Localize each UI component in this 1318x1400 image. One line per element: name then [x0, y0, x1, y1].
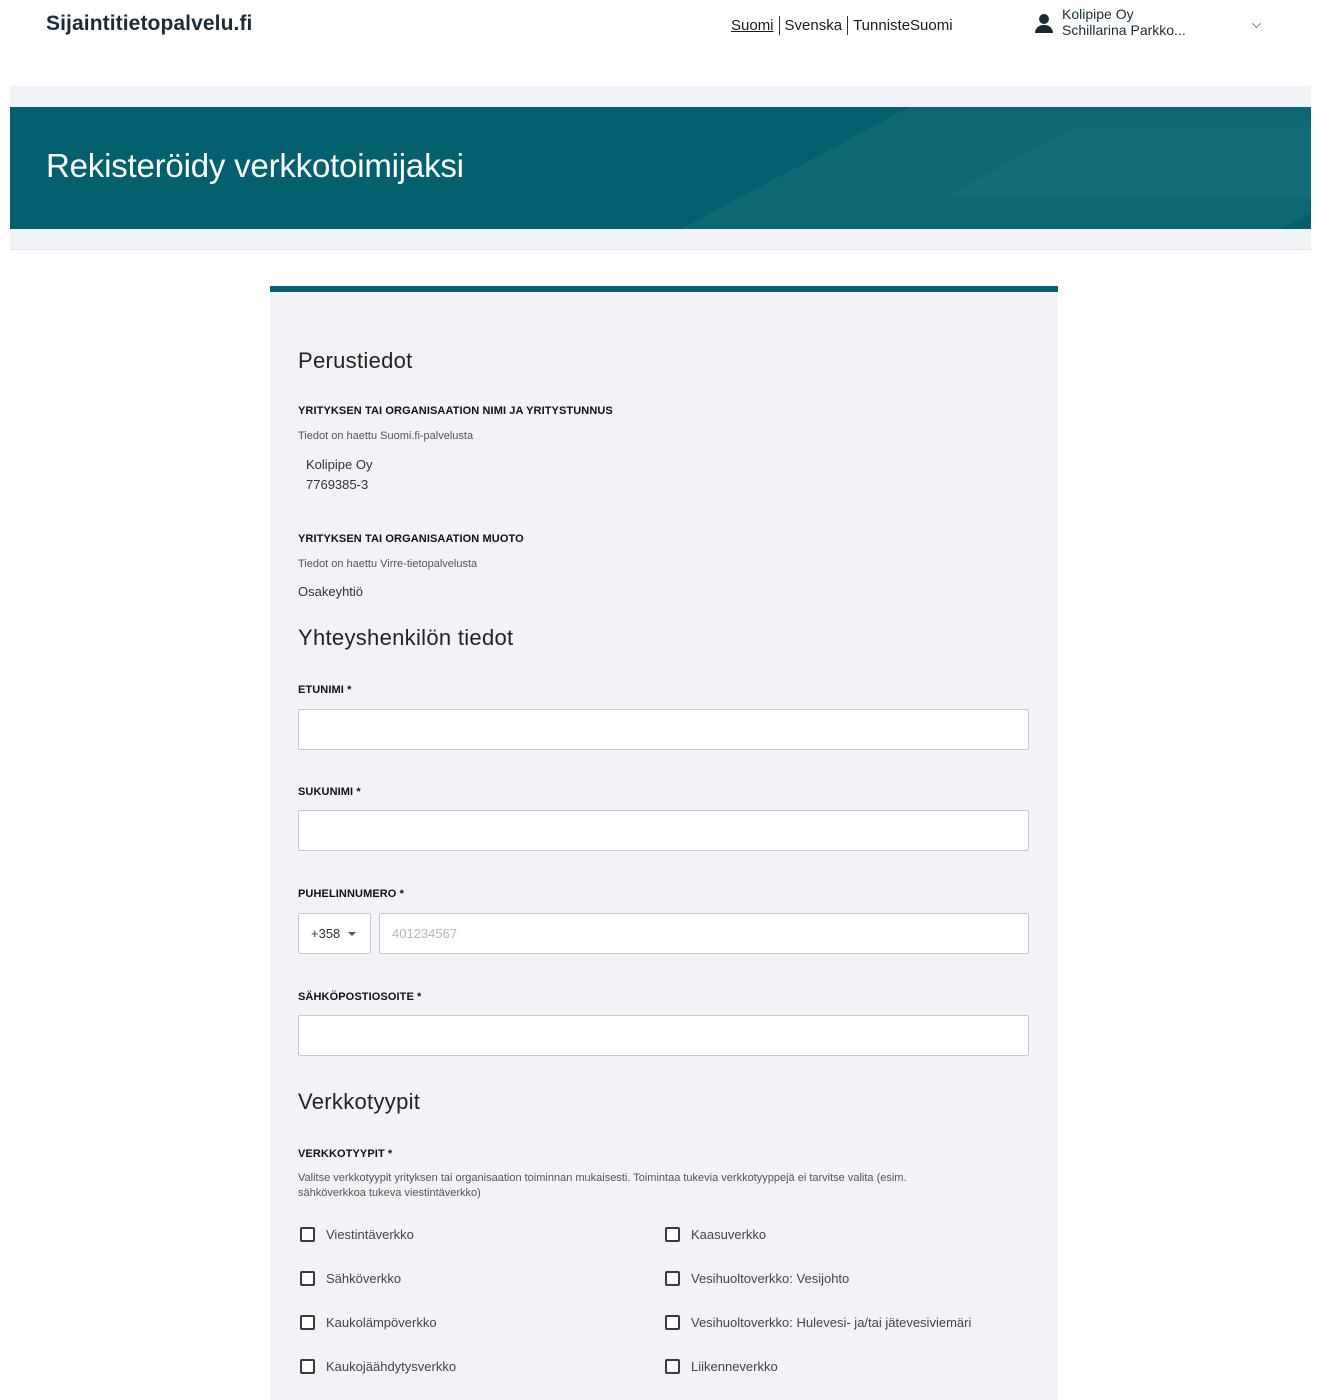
page-title: Rekisteröidy verkkotoimijaksi	[46, 147, 464, 184]
user-menu[interactable]: Kolipipe Oy Schillarina Parkko...	[1034, 6, 1186, 38]
section-title-network-types: Verkkotyypit	[298, 1089, 421, 1114]
checkbox-sahkoverkko[interactable]: Sähköverkko	[300, 1271, 401, 1286]
checkbox-label: Vesihuoltoverkko: Vesijohto	[691, 1271, 850, 1286]
checkbox-kaasuverkko[interactable]: Kaasuverkko	[665, 1227, 766, 1242]
page-hero: Rekisteröidy verkkotoimijaksi	[10, 107, 1311, 229]
last-name-field[interactable]	[298, 810, 1029, 851]
checkbox-label: Liikenneverkko	[691, 1359, 778, 1374]
checkbox-hulevesi-jatevesiviemari[interactable]: Vesihuoltoverkko: Hulevesi- ja/tai jätev…	[665, 1315, 971, 1330]
org-form-value: Osakeyhtiö	[298, 584, 364, 599]
checkbox-kaukolampoverkko[interactable]: Kaukolämpöverkko	[300, 1315, 437, 1330]
language-divider	[778, 16, 780, 35]
network-types-hint: Valitse verkkotyypit yrityksen tai organ…	[298, 1172, 1038, 1199]
phone-input[interactable]	[380, 914, 1028, 953]
email-label: SÄHKÖPOSTIOSOITE *	[298, 991, 422, 1003]
section-title-contact: Yhteyshenkilön tiedot	[298, 625, 514, 650]
org-name-label: YRITYKSEN TAI ORGANISAATION NIMI JA YRIT…	[298, 405, 613, 417]
first-name-field[interactable]	[298, 709, 1029, 750]
network-types-hint-line: sähköverkkoa tukeva viestintäverkko)	[298, 1187, 481, 1199]
chevron-down-icon[interactable]	[1252, 19, 1261, 28]
country-code-select[interactable]: +358	[298, 913, 371, 954]
checkbox-vesijohto[interactable]: Vesihuoltoverkko: Vesijohto	[665, 1271, 849, 1286]
phone-label: PUHELINNUMERO *	[298, 888, 405, 900]
language-link-svenska[interactable]: Svenska	[785, 17, 843, 34]
org-id-value: 7769385-3	[306, 477, 369, 492]
hero-bottom-band	[10, 229, 1311, 250]
first-name-label: ETUNIMI *	[298, 684, 352, 696]
country-code-value: +358	[311, 926, 341, 941]
checkbox-liikenneverkko[interactable]: Liikenneverkko	[665, 1359, 778, 1374]
language-link-suomi[interactable]: Suomi	[731, 17, 774, 34]
org-name-hint: Tiedot on haettu Suomi.fi-palvelusta	[298, 430, 474, 442]
checkbox-box[interactable]	[300, 1315, 315, 1330]
org-form-hint: Tiedot on haettu Virre-tietopalvelusta	[298, 558, 478, 570]
checkbox-box[interactable]	[665, 1227, 680, 1242]
checkbox-label: Viestintäverkko	[326, 1227, 414, 1242]
top-bar: Sijaintitietopalvelu.fi Suomi Svenska Tu…	[0, 0, 1318, 86]
first-name-input[interactable]	[299, 710, 1028, 749]
phone-field[interactable]	[379, 913, 1029, 954]
registration-form: Perustiedot YRITYKSEN TAI ORGANISAATION …	[270, 286, 1058, 1400]
site-logo[interactable]: Sijaintitietopalvelu.fi	[46, 12, 253, 36]
checkbox-box[interactable]	[300, 1359, 315, 1374]
checkbox-box[interactable]	[665, 1271, 680, 1286]
checkbox-kaukojaahdytysverkko[interactable]: Kaukojäähdytysverkko	[300, 1359, 456, 1374]
checkbox-box[interactable]	[665, 1359, 680, 1374]
last-name-input[interactable]	[299, 811, 1028, 850]
checkbox-box[interactable]	[300, 1227, 315, 1242]
user-info: Kolipipe Oy Schillarina Parkko...	[1062, 6, 1186, 38]
user-organization: Kolipipe Oy	[1062, 6, 1134, 22]
section-title-basic-info: Perustiedot	[298, 348, 413, 373]
checkbox-box[interactable]	[665, 1315, 680, 1330]
language-divider	[847, 16, 849, 35]
user-name: Schillarina Parkko...	[1062, 22, 1186, 38]
network-types-hint-line: Valitse verkkotyypit yrityksen tai organ…	[298, 1172, 907, 1184]
checkbox-label: Kaasuverkko	[691, 1227, 767, 1242]
language-link-tunnistesuomi[interactable]: TunnisteSuomi	[853, 17, 953, 34]
caret-down-icon	[348, 932, 357, 936]
email-field[interactable]	[298, 1015, 1029, 1056]
hero-top-band	[10, 86, 1311, 107]
email-input[interactable]	[299, 1016, 1028, 1055]
language-switcher: Suomi Svenska TunnisteSuomi	[731, 16, 953, 35]
checkbox-box[interactable]	[300, 1271, 315, 1286]
org-form-label: YRITYKSEN TAI ORGANISAATION MUOTO	[298, 533, 524, 545]
checkbox-label: Vesihuoltoverkko: Hulevesi- ja/tai jätev…	[691, 1315, 972, 1330]
checkbox-viestintaverkko[interactable]: Viestintäverkko	[300, 1227, 414, 1242]
user-icon	[1034, 14, 1054, 36]
checkbox-label: Sähköverkko	[326, 1271, 402, 1286]
org-name-value: Kolipipe Oy	[306, 457, 373, 472]
checkbox-label: Kaukojäähdytysverkko	[326, 1359, 457, 1374]
last-name-label: SUKUNIMI *	[298, 786, 361, 798]
network-types-label: VERKKOTYYPIT *	[298, 1148, 393, 1160]
checkbox-label: Kaukolämpöverkko	[326, 1315, 437, 1330]
